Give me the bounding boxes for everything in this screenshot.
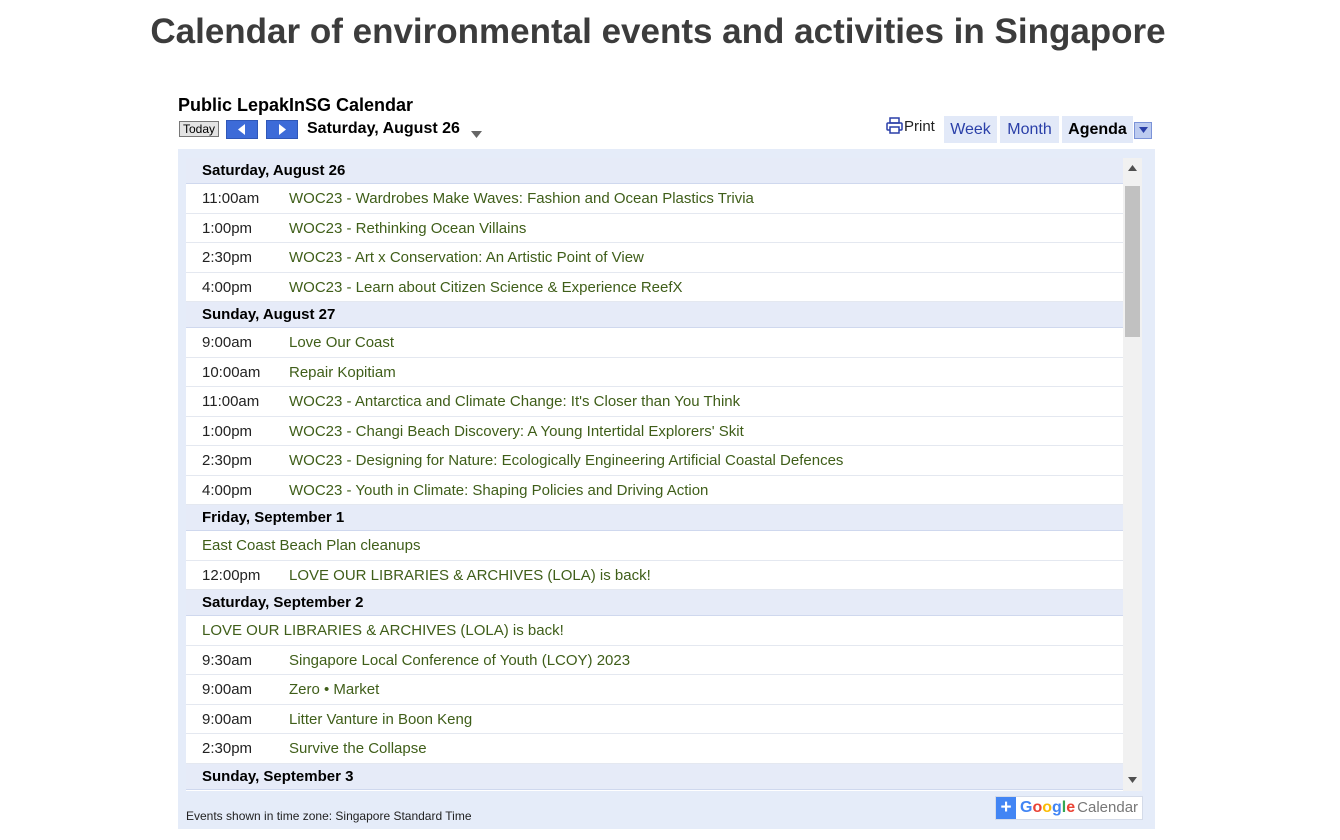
event-title-link[interactable]: East Coast Beach Plan cleanups — [202, 531, 420, 560]
event-title-link[interactable]: WOC23 - Rethinking Ocean Villains — [289, 214, 526, 243]
event-time: 9:30am — [202, 651, 253, 669]
chevron-left-icon — [238, 124, 245, 135]
event-row[interactable]: 4:00pm WOC23 - Learn about Citizen Scienc… — [186, 273, 1123, 302]
scrollbar-thumb[interactable] — [1125, 186, 1140, 337]
event-title-link[interactable]: LOVE OUR LIBRARIES & ARCHIVES (LOLA) is … — [289, 561, 651, 590]
event-title-link[interactable]: Love Our Coast — [289, 328, 394, 357]
chevron-right-icon — [279, 124, 286, 135]
event-title-link[interactable]: Singapore Local Conference of Youth (LCO… — [289, 646, 630, 675]
event-row[interactable]: 12:00pm LOVE OUR LIBRARIES & ARCHIVES (LO… — [186, 561, 1123, 590]
caret-down-icon — [471, 131, 482, 138]
previous-button[interactable] — [226, 120, 258, 139]
scroll-up-button[interactable] — [1123, 160, 1142, 177]
google-calendar-badge[interactable]: + Google Calendar — [995, 796, 1144, 820]
event-title-link[interactable]: WOC23 - Designing for Nature: Ecological… — [289, 446, 843, 475]
event-row[interactable]: 4:00pm WOC23 - Youth in Climate: Shaping … — [186, 476, 1123, 505]
scroll-down-button[interactable] — [1123, 772, 1142, 789]
today-button[interactable]: Today — [179, 121, 220, 137]
event-time: 10:00am — [202, 363, 261, 381]
calendar-header: Public LepakInSG Calendar Today Saturday… — [178, 94, 1155, 143]
scroll-up-icon — [1128, 165, 1137, 171]
date-dropdown-button[interactable] — [471, 125, 482, 143]
event-title-link[interactable]: WOC23 - Antarctica and Climate Change: I… — [289, 387, 740, 416]
calendar-word: Calendar — [1077, 799, 1139, 816]
event-time: 1:00pm — [202, 422, 253, 440]
event-row[interactable]: LOVE OUR LIBRARIES & ARCHIVES (LOLA) is … — [186, 616, 1123, 646]
event-time: 9:00am — [202, 334, 253, 351]
event-title-link[interactable]: Litter Vanture in Boon Keng — [289, 705, 472, 734]
next-button[interactable] — [266, 120, 298, 139]
event-row[interactable]: 1:00pm WOC23 - Rethinking Ocean Villains — [186, 214, 1123, 243]
event-row[interactable]: East Coast Beach Plan cleanups — [186, 531, 1123, 561]
event-time: 9:00am — [202, 681, 253, 698]
printer-icon — [886, 117, 903, 134]
event-time: 4:00pm — [202, 278, 253, 296]
event-title-link[interactable]: LOVE OUR LIBRARIES & ARCHIVES (LOLA) is … — [202, 616, 564, 645]
event-row[interactable]: 11:00am WOC23 - Wardrobes Make Waves: Fas… — [186, 184, 1123, 214]
day-header: Friday, September 1 — [186, 505, 1123, 531]
event-time: 2:30pm — [202, 452, 253, 469]
agenda-container: Saturday, August 26 11:00am WOC23 - Wardro… — [178, 149, 1155, 829]
calendar-toolbar: Today Saturday, August 26 Print Week Mon… — [178, 116, 1155, 143]
event-time: 1:00pm — [202, 219, 253, 237]
event-title-link[interactable]: Survive the Collapse — [289, 734, 427, 763]
event-row[interactable]: 9:00am Zero • Market — [186, 675, 1123, 705]
day-header: Saturday, August 26 — [186, 158, 1123, 184]
tab-week[interactable]: Week — [944, 116, 997, 143]
event-time: 4:00pm — [202, 481, 253, 499]
event-title-link[interactable]: WOC23 - Youth in Climate: Shaping Polici… — [289, 476, 708, 505]
event-time: 11:00am — [202, 393, 260, 410]
event-time: 2:30pm — [202, 249, 253, 266]
event-title-link[interactable]: WOC23 - Art x Conservation: An Artistic … — [289, 243, 644, 272]
event-row[interactable]: 11:00am WOC23 - Antarctica and Climate Ch… — [186, 387, 1123, 417]
tab-agenda[interactable]: Agenda — [1062, 116, 1133, 143]
event-title-link[interactable]: Zero • Market — [289, 675, 379, 704]
caret-down-icon — [1138, 127, 1148, 133]
event-title-link[interactable]: Repair Kopitiam — [289, 358, 396, 387]
scrollbar[interactable] — [1123, 158, 1142, 791]
day-header: Saturday, September 2 — [186, 590, 1123, 616]
event-time: 9:00am — [202, 710, 253, 728]
event-row[interactable]: 1:00pm WOC23 - Changi Beach Discovery: A … — [186, 417, 1123, 446]
event-row[interactable]: 9:30am Singapore Local Conference of Yout… — [186, 646, 1123, 675]
event-row[interactable]: 10:00am Repair Kopitiam — [186, 358, 1123, 387]
page-title: Calendar of environmental events and act… — [150, 12, 1166, 51]
event-row[interactable]: 2:30pm WOC23 - Art x Conservation: An Art… — [186, 243, 1123, 273]
event-time: 11:00am — [202, 190, 260, 207]
event-title-link[interactable]: WOC23 - Learn about Citizen Science & Ex… — [289, 273, 683, 302]
event-row[interactable]: 2:30pm WOC23 - Designing for Nature: Ecol… — [186, 446, 1123, 476]
print-label: Print — [904, 118, 935, 135]
tab-month[interactable]: Month — [1000, 116, 1059, 143]
current-date-label[interactable]: Saturday, August 26 — [307, 119, 460, 139]
print-link[interactable]: Print — [886, 117, 935, 137]
timezone-note: Events shown in time zone: Singapore Sta… — [186, 809, 472, 823]
event-row[interactable]: 9:00am Litter Vanture in Boon Keng — [186, 705, 1123, 734]
event-row[interactable]: 2:30pm Survive the Collapse — [186, 734, 1123, 764]
event-time: 2:30pm — [202, 740, 253, 757]
event-time: 12:00pm — [202, 566, 261, 584]
day-header: Sunday, September 3 — [186, 763, 1123, 790]
scroll-down-icon — [1128, 777, 1137, 783]
view-menu-button[interactable] — [1134, 122, 1152, 139]
google-logo: Google — [1020, 799, 1076, 816]
agenda-list[interactable]: Saturday, August 26 11:00am WOC23 - Wardro… — [186, 158, 1123, 791]
calendar-title: Public LepakInSG Calendar — [178, 95, 414, 115]
day-header: Sunday, August 27 — [186, 302, 1123, 328]
event-row[interactable]: 9:00am Love Our Coast — [186, 328, 1123, 358]
event-title-link[interactable]: WOC23 - Wardrobes Make Waves: Fashion an… — [289, 184, 754, 213]
plus-icon: + — [996, 797, 1016, 819]
event-title-link[interactable]: WOC23 - Changi Beach Discovery: A Young … — [289, 417, 744, 446]
